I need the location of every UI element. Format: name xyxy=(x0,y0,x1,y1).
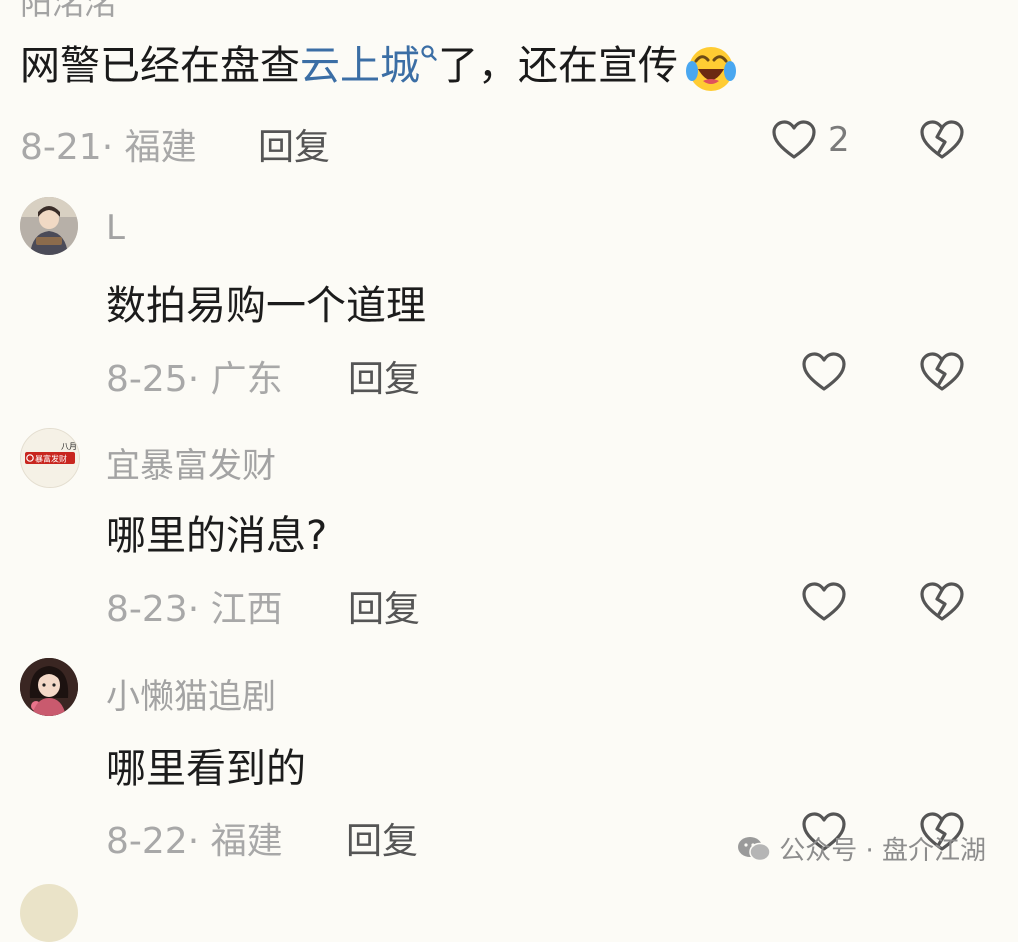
comment-date: 8-22 xyxy=(106,821,188,862)
avatar[interactable] xyxy=(20,197,78,255)
heart-outline-icon[interactable] xyxy=(800,348,848,396)
avatar-text: 暴富发财 xyxy=(35,454,67,464)
comment-text: 数拍易购一个道理 xyxy=(106,283,426,329)
reply-button[interactable]: 回复 xyxy=(346,812,418,864)
avatar[interactable] xyxy=(20,658,78,716)
comment-username[interactable]: 小懒猫追剧 xyxy=(106,669,276,718)
broken-heart-icon[interactable] xyxy=(918,116,966,164)
comment-meta: 8-25· 广东 xyxy=(106,359,283,400)
avatar-image xyxy=(20,197,78,255)
comment-date: 8-23 xyxy=(106,589,188,630)
heart-outline-icon[interactable] xyxy=(770,116,818,164)
comment-region: 江西 xyxy=(210,589,283,630)
reply-button[interactable]: 回复 xyxy=(348,350,420,402)
comment-text-part: 网警已经在盘查 xyxy=(20,43,300,89)
reply-button[interactable]: 回复 xyxy=(258,118,330,170)
comment-date: 8-21 xyxy=(20,127,102,168)
comment-text: 网警已经在盘查云上城 了，还在宣传 xyxy=(20,38,738,95)
comment-meta: 8-21· 福建 xyxy=(20,127,197,168)
comment-username[interactable]: L xyxy=(106,208,125,248)
comment-username[interactable]: 宜暴富发财 xyxy=(106,438,276,487)
broken-heart-icon[interactable] xyxy=(918,578,966,626)
watermark-text: 公众号 · 盘介江湖 xyxy=(779,836,986,866)
comment-meta: 8-23· 江西 xyxy=(106,589,283,630)
avatar[interactable]: 八月 暴富发财 xyxy=(20,428,80,488)
heart-outline-icon[interactable] xyxy=(800,578,848,626)
wechat-icon xyxy=(738,836,771,861)
laughing-crying-emoji-icon xyxy=(686,47,736,91)
search-link[interactable]: 云上城 xyxy=(300,43,420,89)
broken-heart-icon[interactable] xyxy=(918,348,966,396)
comment-meta: 8-22· 福建 xyxy=(106,821,283,862)
avatar-image xyxy=(20,658,78,716)
comment-region: 福建 xyxy=(210,821,283,862)
comment-text-part: 了，还在宣传 xyxy=(438,43,678,89)
reply-button[interactable]: 回复 xyxy=(348,580,420,632)
search-icon[interactable] xyxy=(420,44,438,66)
comment-date: 8-25 xyxy=(106,359,188,400)
comment-region: 广东 xyxy=(210,359,283,400)
comment-region: 福建 xyxy=(124,127,197,168)
avatar-text-top: 八月 xyxy=(61,442,77,451)
watermark: 公众号 · 盘介江湖 xyxy=(737,830,986,867)
comment-text: 哪里看到的 xyxy=(106,746,306,792)
avatar-image: 八月 暴富发财 xyxy=(21,429,79,487)
comment-username-cut: 阳洺洺 xyxy=(20,0,117,22)
like-count: 2 xyxy=(828,120,850,160)
comment-text: 哪里的消息? xyxy=(106,513,328,559)
avatar[interactable] xyxy=(20,884,78,942)
